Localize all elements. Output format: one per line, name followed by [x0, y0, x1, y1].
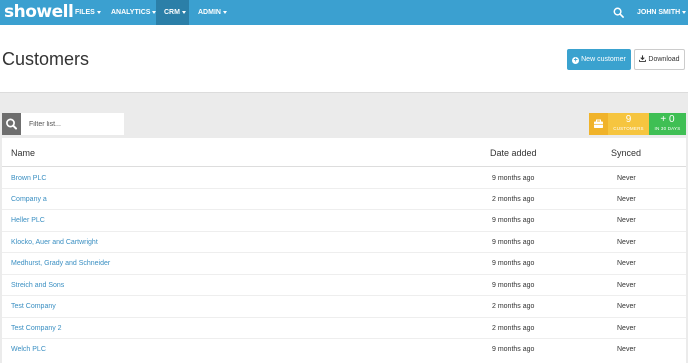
- top-navbar: showell FILES ANALYTICS CRM ADMIN JOHN S…: [0, 0, 688, 25]
- row-divider: [2, 252, 686, 253]
- customers-count: 9: [625, 114, 632, 125]
- date-added-cell: 9 months ago: [492, 346, 535, 353]
- row-divider: [2, 274, 686, 275]
- customer-name-link[interactable]: Medhurst, Grady and Schneider: [11, 259, 110, 268]
- plus-circle-icon: +: [572, 57, 580, 64]
- user-menu[interactable]: JOHN SMITH: [629, 0, 688, 25]
- customers-table: [2, 138, 686, 363]
- synced-cell: Never: [617, 260, 636, 267]
- row-divider: [2, 188, 686, 189]
- row-divider: [2, 209, 686, 210]
- date-added-cell: 9 months ago: [492, 282, 535, 289]
- caret-down-icon: [222, 10, 227, 14]
- new-customer-button[interactable]: + New customer: [567, 49, 631, 70]
- customer-name-link[interactable]: Test Company: [11, 302, 56, 311]
- synced-cell: Never: [617, 175, 636, 182]
- search-icon: [6, 118, 17, 130]
- customer-name-link[interactable]: Brown PLC: [11, 174, 46, 183]
- new-customers-badge: + 0 IN 30 DAYS: [649, 113, 686, 135]
- row-divider: [2, 295, 686, 296]
- synced-cell: Never: [617, 282, 636, 289]
- customers-count-badge: 9 CUSTOMERS: [608, 113, 649, 135]
- page-title: Customers: [2, 49, 90, 69]
- column-header-date-added[interactable]: Date added: [490, 148, 537, 159]
- filter-input[interactable]: [21, 113, 124, 135]
- table-header-divider: [2, 166, 686, 167]
- nav-files-label: FILES: [75, 9, 95, 16]
- date-added-cell: 2 months ago: [492, 303, 535, 310]
- nav-analytics-label: ANALYTICS: [111, 9, 151, 16]
- nav-crm-label: CRM: [164, 9, 180, 16]
- date-added-cell: 2 months ago: [492, 196, 535, 203]
- customers-count-label: CUSTOMERS: [613, 126, 644, 131]
- caret-down-icon: [181, 10, 186, 14]
- synced-cell: Never: [617, 239, 636, 246]
- row-divider: [2, 231, 686, 232]
- nav-admin[interactable]: ADMIN: [190, 0, 235, 25]
- date-added-cell: 9 months ago: [492, 217, 535, 224]
- caret-down-icon: [96, 10, 101, 14]
- search-icon[interactable]: [613, 7, 624, 18]
- filter-search-button[interactable]: [2, 113, 21, 135]
- date-added-cell: 9 months ago: [492, 260, 535, 267]
- synced-cell: Never: [617, 217, 636, 224]
- briefcase-icon: [594, 119, 603, 128]
- synced-cell: Never: [617, 196, 636, 203]
- customers-stat-icon-box: [589, 113, 608, 135]
- column-header-synced[interactable]: Synced: [611, 148, 641, 159]
- synced-cell: Never: [617, 325, 636, 332]
- new-customers-count: + 0: [660, 114, 675, 125]
- date-added-cell: 2 months ago: [492, 325, 535, 332]
- customer-name-link[interactable]: Heller PLC: [11, 216, 45, 225]
- showell-logo[interactable]: showell: [4, 2, 74, 22]
- customer-name-link[interactable]: Company a: [11, 195, 47, 204]
- customer-name-link[interactable]: Welch PLC: [11, 345, 46, 354]
- download-button[interactable]: Download: [634, 49, 685, 70]
- customer-name-link[interactable]: Streich and Sons: [11, 281, 64, 290]
- row-divider: [2, 338, 686, 339]
- download-icon: [639, 55, 647, 62]
- new-customer-label: New customer: [581, 56, 626, 63]
- nav-admin-label: ADMIN: [198, 9, 221, 16]
- row-divider: [2, 317, 686, 318]
- new-customers-label: IN 30 DAYS: [654, 126, 681, 131]
- column-header-name[interactable]: Name: [11, 148, 35, 159]
- synced-cell: Never: [617, 346, 636, 353]
- nav-crm[interactable]: CRM: [156, 0, 189, 25]
- date-added-cell: 9 months ago: [492, 175, 535, 182]
- customer-name-link[interactable]: Test Company 2: [11, 324, 62, 333]
- download-label: Download: [648, 56, 680, 63]
- date-added-cell: 9 months ago: [492, 239, 535, 246]
- caret-down-icon: [682, 10, 687, 14]
- customer-name-link[interactable]: Klocko, Auer and Cartwright: [11, 238, 98, 247]
- user-name: JOHN SMITH: [637, 9, 681, 16]
- synced-cell: Never: [617, 303, 636, 310]
